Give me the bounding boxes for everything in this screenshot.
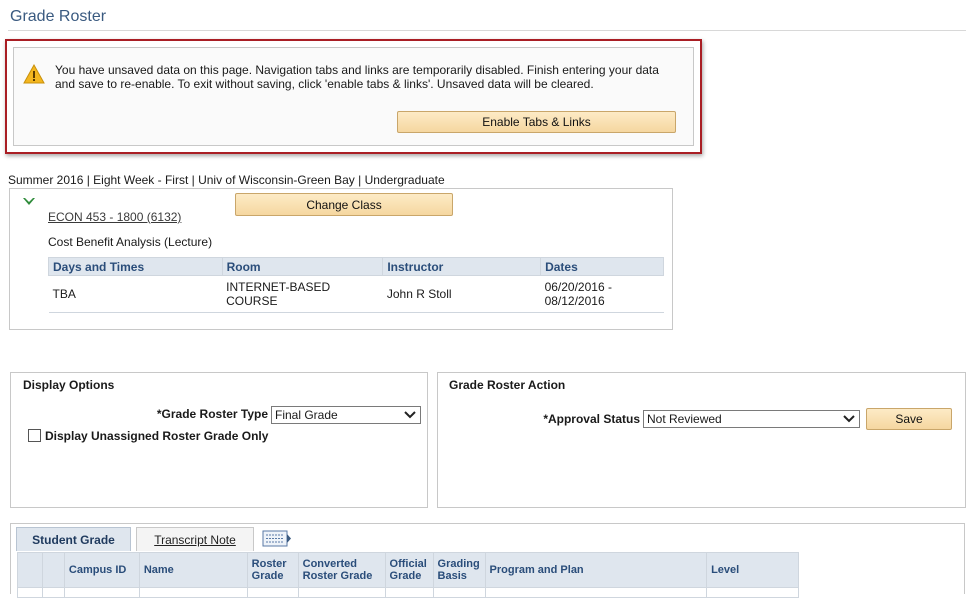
grid-header-level[interactable]: Level — [706, 552, 799, 588]
chevron-down-icon — [404, 411, 416, 419]
grid-header-campus-id[interactable]: Campus ID — [63, 552, 140, 588]
grid-header-converted-roster-grade[interactable]: Converted Roster Grade — [297, 552, 386, 588]
show-all-columns-icon[interactable] — [262, 530, 292, 547]
term-info-line: Summer 2016 | Eight Week - First | Univ … — [8, 173, 445, 187]
change-class-button[interactable]: Change Class — [235, 193, 453, 216]
meeting-header-days: Days and Times — [48, 257, 223, 276]
table-row — [17, 587, 799, 598]
meeting-dates: 06/20/2016 - 08/12/2016 — [540, 275, 664, 313]
display-options-title: Display Options — [23, 378, 115, 392]
warning-message-text: You have unsaved data on this page. Navi… — [55, 63, 659, 91]
warning-icon — [23, 64, 45, 84]
enable-tabs-links-button[interactable]: Enable Tabs & Links — [397, 111, 676, 133]
grid-header-name[interactable]: Name — [138, 552, 248, 588]
meeting-days: TBA — [48, 275, 223, 313]
grid-header-blank-2 — [41, 552, 65, 588]
save-button[interactable]: Save — [866, 408, 952, 430]
grade-roster-action-box — [437, 372, 966, 508]
approval-status-value: Not Reviewed — [647, 412, 722, 426]
meeting-header-room: Room — [221, 257, 384, 276]
tab-transcript-note-label: Transcript Note — [154, 532, 236, 547]
approval-status-label: *Approval Status — [543, 412, 640, 426]
grid-header-program-plan[interactable]: Program and Plan — [484, 552, 708, 588]
tab-transcript-note[interactable]: Transcript Note — [136, 527, 254, 551]
meeting-header-instructor: Instructor — [382, 257, 542, 276]
student-grade-table: Campus ID Name Roster Grade Converted Ro… — [17, 552, 799, 598]
grade-roster-type-label: *Grade Roster Type — [156, 407, 268, 421]
tab-student-grade[interactable]: Student Grade — [16, 527, 131, 551]
page-title: Grade Roster — [10, 8, 107, 25]
meeting-instructor: John R Stoll — [382, 275, 541, 313]
title-divider — [8, 30, 966, 31]
class-link[interactable]: ECON 453 - 1800 (6132) — [48, 210, 181, 224]
grid-header-official-grade[interactable]: Official Grade — [384, 552, 434, 588]
grade-roster-type-select[interactable]: Final Grade — [271, 406, 421, 424]
meeting-room: INTERNET-BASED COURSE — [222, 275, 383, 313]
unassigned-only-checkbox[interactable] — [28, 429, 41, 442]
grid-header-grading-basis[interactable]: Grading Basis — [432, 552, 486, 588]
grid-header-blank-1 — [17, 552, 43, 588]
grid-header-roster-grade[interactable]: Roster Grade — [246, 552, 299, 588]
chevron-down-icon — [843, 415, 855, 423]
meeting-header-dates: Dates — [540, 257, 664, 276]
grade-roster-type-value: Final Grade — [275, 408, 338, 422]
unassigned-only-label: Display Unassigned Roster Grade Only — [45, 429, 269, 443]
meeting-table: Days and Times Room Instructor Dates TBA… — [48, 257, 664, 313]
collapse-triangle-inner — [25, 198, 33, 202]
course-title: Cost Benefit Analysis (Lecture) — [48, 235, 213, 249]
table-row: TBA INTERNET-BASED COURSE John R Stoll 0… — [48, 275, 664, 313]
approval-status-select[interactable]: Not Reviewed — [643, 410, 860, 428]
grade-roster-action-title: Grade Roster Action — [449, 378, 566, 392]
